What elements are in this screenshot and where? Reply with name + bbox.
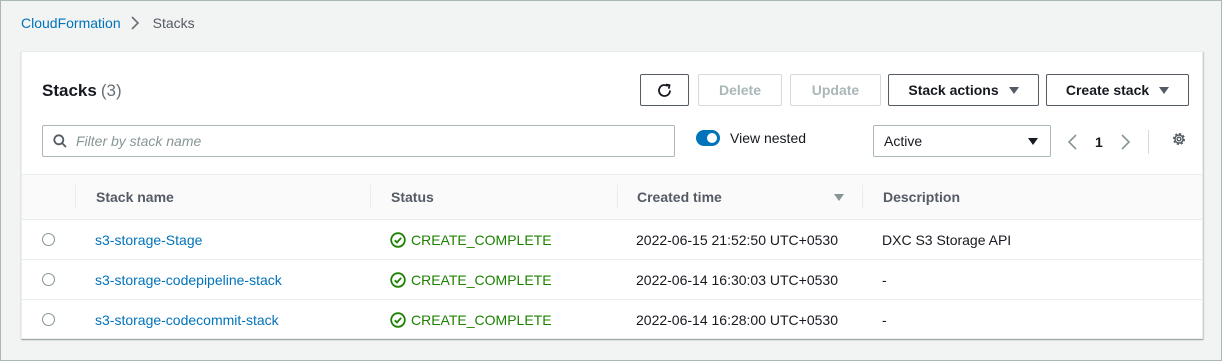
stack-actions-label: Stack actions (908, 82, 999, 98)
column-header-description[interactable]: Description (883, 175, 960, 219)
status-cell: CREATE_COMPLETE (390, 260, 552, 300)
status-cell: CREATE_COMPLETE (390, 300, 552, 340)
delete-button[interactable]: Delete (698, 74, 782, 106)
description-cell: - (882, 272, 887, 288)
row-select-radio[interactable] (42, 233, 55, 246)
created-time-cell: 2022-06-15 21:52:50 UTC+0530 (636, 232, 838, 248)
stacks-table: Stack name Status Created time Descripti… (22, 174, 1202, 340)
breadcrumb-current: Stacks (152, 15, 195, 31)
success-check-icon (390, 232, 406, 248)
stack-name-link[interactable]: s3-storage-codepipeline-stack (95, 260, 282, 300)
row-select-radio[interactable] (42, 313, 55, 326)
stack-name-link[interactable]: s3-storage-Stage (95, 220, 202, 260)
caret-down-icon (1008, 86, 1019, 94)
description-cell: DXC S3 Storage API (882, 232, 1012, 248)
page-title-text: Stacks (42, 81, 97, 100)
table-row[interactable]: s3-storage-codecommit-stack CREATE_COMPL… (22, 300, 1202, 340)
description-cell: - (882, 312, 887, 328)
stack-actions-button[interactable]: Stack actions (888, 74, 1039, 106)
refresh-icon (658, 83, 671, 97)
table-row[interactable]: s3-storage-Stage CREATE_COMPLETE 2022-06… (22, 220, 1202, 260)
status-filter-select[interactable]: Active (873, 125, 1051, 157)
column-divider (370, 185, 371, 209)
pagination-divider (1147, 130, 1149, 154)
create-stack-button[interactable]: Create stack (1046, 74, 1189, 106)
caret-down-icon (1028, 137, 1038, 145)
status-text: CREATE_COMPLETE (411, 312, 552, 328)
success-check-icon (390, 272, 406, 288)
status-filter-value: Active (884, 133, 923, 149)
view-nested-toggle-group: View nested (696, 130, 806, 146)
breadcrumb: CloudFormation Stacks (21, 15, 195, 31)
refresh-button[interactable] (640, 74, 689, 106)
column-divider (617, 185, 618, 209)
update-button[interactable]: Update (790, 74, 881, 106)
created-time-cell: 2022-06-14 16:30:03 UTC+0530 (636, 272, 838, 288)
row-select-radio[interactable] (42, 273, 55, 286)
caret-down-icon (1159, 86, 1170, 94)
stack-name-link[interactable]: s3-storage-codecommit-stack (95, 300, 279, 340)
view-nested-label: View nested (730, 130, 807, 146)
column-divider (75, 185, 76, 209)
filter-field[interactable] (42, 125, 675, 157)
stack-count: (3) (100, 81, 122, 100)
created-time-cell: 2022-06-14 16:28:00 UTC+0530 (636, 312, 838, 328)
sort-caret-down-icon[interactable] (834, 194, 844, 201)
status-text: CREATE_COMPLETE (411, 272, 552, 288)
chevron-right-icon (131, 16, 143, 30)
page-number[interactable]: 1 (1095, 134, 1103, 150)
status-cell: CREATE_COMPLETE (390, 220, 552, 260)
view-nested-toggle[interactable] (696, 130, 720, 146)
status-text: CREATE_COMPLETE (411, 232, 552, 248)
pagination: 1 (1068, 130, 1149, 154)
create-stack-label: Create stack (1065, 82, 1150, 98)
chevron-right-icon[interactable] (1121, 134, 1130, 150)
breadcrumb-cloudformation-link[interactable]: CloudFormation (21, 15, 121, 31)
column-header-created-time[interactable]: Created time (637, 175, 722, 219)
search-icon (53, 134, 67, 148)
chevron-left-icon[interactable] (1068, 134, 1077, 150)
stacks-panel: Stacks (3) Delete Update Stack actions Cr… (21, 51, 1203, 339)
table-header: Stack name Status Created time Descripti… (22, 174, 1202, 220)
column-divider (862, 185, 863, 209)
page-title: Stacks (3) (42, 81, 122, 101)
success-check-icon (390, 312, 406, 328)
gear-icon[interactable] (1171, 131, 1187, 150)
column-header-stack-name[interactable]: Stack name (96, 175, 174, 219)
table-row[interactable]: s3-storage-codepipeline-stack CREATE_COM… (22, 260, 1202, 300)
column-header-status[interactable]: Status (391, 175, 434, 219)
filter-input[interactable] (76, 133, 674, 149)
